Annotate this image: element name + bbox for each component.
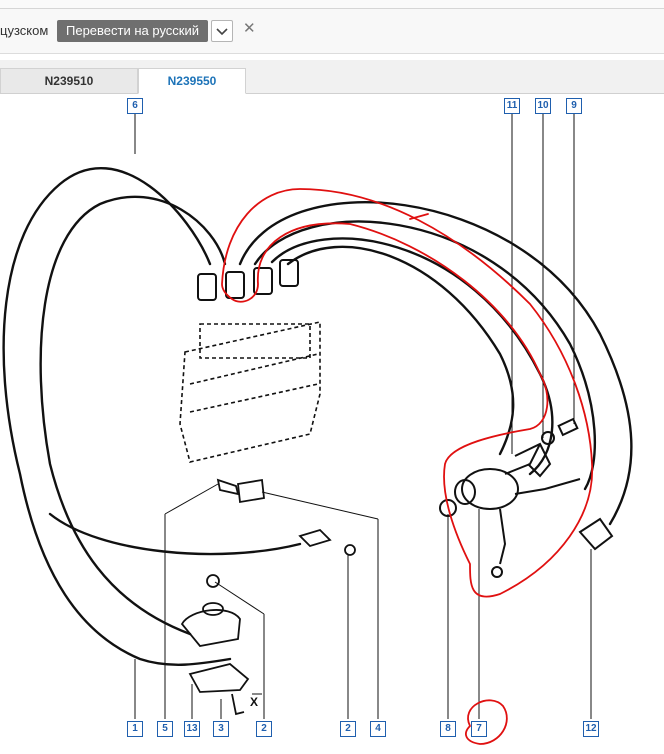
callout-4[interactable]: 4: [370, 721, 386, 737]
wiring-diagram-drawing: X: [2, 114, 633, 745]
translate-button[interactable]: Перевести на русский: [57, 20, 209, 42]
callout-2-left[interactable]: 2: [256, 721, 272, 737]
callout-1[interactable]: 1: [127, 721, 143, 737]
clip-4: [237, 478, 265, 504]
callout-7[interactable]: 7: [471, 721, 487, 737]
translate-options-button[interactable]: [211, 20, 233, 42]
harness-sensor-lead: [286, 245, 515, 456]
chevron-down-icon: [216, 28, 228, 36]
callout-6[interactable]: 6: [127, 98, 143, 114]
callout-2-right[interactable]: 2: [340, 721, 356, 737]
callout-11[interactable]: 11: [504, 98, 520, 114]
dimension-label: X: [250, 695, 258, 709]
sensor-2-plug: [298, 528, 332, 548]
bolt-3: [231, 693, 245, 716]
callout-13[interactable]: 13: [184, 721, 200, 737]
close-icon[interactable]: ✕: [243, 19, 256, 37]
tab-n239510[interactable]: N239510: [0, 68, 138, 93]
callout-3[interactable]: 3: [213, 721, 229, 737]
harness-right-inner: [253, 220, 596, 491]
harness-inner-loop: [39, 195, 227, 636]
callout-5[interactable]: 5: [157, 721, 173, 737]
connector-12: [578, 517, 614, 551]
harness-lower-run: [48, 512, 302, 556]
callout-9[interactable]: 9: [566, 98, 582, 114]
callout-10[interactable]: 10: [535, 98, 551, 114]
tab-strip: N239510 N239550: [0, 60, 664, 94]
harness-right-loop: [238, 201, 633, 526]
callout-12[interactable]: 12: [583, 721, 599, 737]
heat-shield-13: [188, 663, 250, 693]
parts-diagram: X 6 11 10 9 1 5 13 3 2 2 4 8 7 12: [0, 94, 664, 754]
callout-8[interactable]: 8: [440, 721, 456, 737]
tab-n239550[interactable]: N239550: [138, 68, 246, 94]
translate-bar: цузском Перевести на русский ✕: [0, 9, 664, 54]
washer: [206, 574, 220, 588]
screw-5: [216, 478, 240, 496]
ecu-box: [179, 321, 321, 463]
top-edge: [0, 0, 664, 9]
language-label: цузском: [0, 23, 49, 38]
